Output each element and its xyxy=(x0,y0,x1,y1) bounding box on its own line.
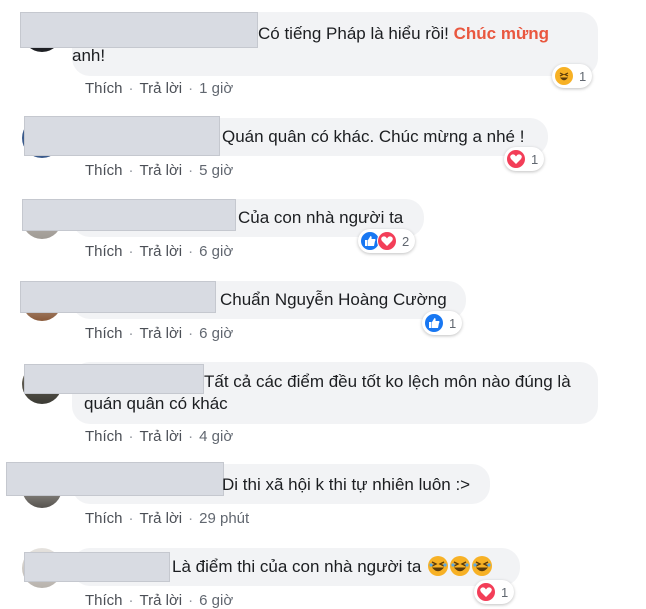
reaction-count: 2 xyxy=(402,233,410,249)
reaction-badge[interactable]: 1 xyxy=(422,311,463,335)
like-link[interactable]: Thích xyxy=(85,325,123,342)
love-icon xyxy=(476,582,496,602)
redacted-author-name xyxy=(6,462,224,496)
timestamp[interactable]: 6 giờ xyxy=(199,325,233,342)
like-link[interactable]: Thích xyxy=(85,592,123,609)
reaction-badge[interactable]: 1 xyxy=(552,64,593,88)
comment-bubble: Quán quân có khác. Chúc mừng a nhé ! xyxy=(24,116,548,156)
reply-link[interactable]: Trả lời xyxy=(140,592,183,609)
comment-bubble: Là điểm thi của con nhà người ta xyxy=(24,548,520,586)
haha-icon xyxy=(428,556,449,576)
comment-bubble: Chuẩn Nguyễn Hoàng Cường xyxy=(20,281,466,319)
comment-actions: Thích · Trả lời · 6 giờ xyxy=(85,592,234,609)
reply-link[interactable]: Trả lời xyxy=(140,510,183,527)
comment-actions: Thích · Trả lời · 6 giờ xyxy=(85,325,234,342)
reaction-badge[interactable]: 2 xyxy=(358,229,416,253)
comment-text: Có tiếng Pháp là hiểu rồi! xyxy=(258,24,454,43)
reply-link[interactable]: Trả lời xyxy=(140,243,183,260)
timestamp[interactable]: 29 phút xyxy=(199,510,249,527)
comment-highlight: Chúc mừng xyxy=(453,24,550,43)
reaction-count: 1 xyxy=(579,68,587,84)
comment-text: Tất cả các điểm đều tốt ko lệch môn nào … xyxy=(204,372,571,391)
reaction-badge[interactable]: 1 xyxy=(504,147,545,171)
redacted-author-name xyxy=(20,12,258,48)
love-icon xyxy=(506,149,526,169)
timestamp[interactable]: 5 giờ xyxy=(199,162,233,179)
reaction-count: 1 xyxy=(449,315,457,331)
like-icon xyxy=(424,313,444,333)
love-icon xyxy=(377,231,397,251)
timestamp[interactable]: 1 giờ xyxy=(199,80,233,97)
comment-bubble: Có tiếng Pháp là hiểu rồi! Chúc mừng anh… xyxy=(20,12,598,76)
redacted-author-name xyxy=(24,364,204,394)
reaction-count: 1 xyxy=(501,584,509,600)
comment-actions: Thích · Trả lời · 4 giờ xyxy=(85,428,234,445)
comment-text: Chuẩn Nguyễn Hoàng Cường xyxy=(220,290,447,309)
reaction-badge[interactable]: 1 xyxy=(474,580,515,604)
comment-actions: Thích · Trả lời · 1 giờ xyxy=(85,80,234,97)
haha-icon xyxy=(450,556,471,576)
reaction-count: 1 xyxy=(531,151,539,167)
comment-text: Di thi xã hội k thi tự nhiên luôn :> xyxy=(222,475,471,494)
comment-text-line2: quán quân có khác xyxy=(84,394,228,413)
comment-bubble: Tất cả các điểm đều tốt ko lệch môn nào … xyxy=(24,362,598,424)
redacted-author-name xyxy=(24,116,220,156)
reply-link[interactable]: Trả lời xyxy=(140,428,183,445)
comment-text: Của con nhà người ta xyxy=(238,208,404,227)
timestamp[interactable]: 6 giờ xyxy=(199,243,233,260)
timestamp[interactable]: 6 giờ xyxy=(199,592,233,609)
redacted-author-name xyxy=(22,199,236,231)
timestamp[interactable]: 4 giờ xyxy=(199,428,233,445)
redacted-author-name xyxy=(20,281,216,313)
like-link[interactable]: Thích xyxy=(85,510,123,527)
comment-actions: Thích · Trả lời · 6 giờ xyxy=(85,243,234,260)
comment-actions: Thích · Trả lời · 5 giờ xyxy=(85,162,234,179)
haha-icon xyxy=(472,556,493,576)
reply-link[interactable]: Trả lời xyxy=(140,80,183,97)
like-link[interactable]: Thích xyxy=(85,80,123,97)
haha-icon xyxy=(554,66,574,86)
comment-text: Là điểm thi của con nhà người ta xyxy=(172,557,422,576)
reply-link[interactable]: Trả lời xyxy=(140,162,183,179)
comment-text-line2: anh! xyxy=(72,46,106,65)
like-link[interactable]: Thích xyxy=(85,243,123,260)
reply-link[interactable]: Trả lời xyxy=(140,325,183,342)
redacted-author-name xyxy=(24,552,170,582)
comment-bubble: Di thi xã hội k thi tự nhiên luôn :> xyxy=(6,462,490,504)
like-link[interactable]: Thích xyxy=(85,428,123,445)
comment-actions: Thích · Trả lời · 29 phút xyxy=(85,510,250,527)
comment-text: Quán quân có khác. Chúc mừng a nhé ! xyxy=(222,127,525,146)
like-link[interactable]: Thích xyxy=(85,162,123,179)
